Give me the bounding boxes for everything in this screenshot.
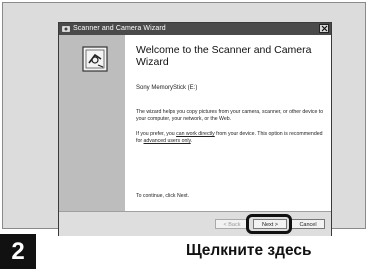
step-caption: Щелкните здесь	[186, 242, 312, 259]
scanner-camera-icon	[82, 46, 108, 72]
back-button[interactable]: < Back	[215, 219, 249, 229]
wizard-option-text: If you prefer, you can work directly fro…	[136, 131, 324, 145]
title-bar[interactable]: Scanner and Camera Wizard	[59, 23, 331, 35]
option-text-end: .	[190, 138, 193, 144]
wizard-heading: Welcome to the Scanner and Camera Wizard	[136, 44, 312, 68]
step-number: 2	[0, 234, 36, 269]
wizard-description: The wizard helps you copy pictures from …	[136, 109, 324, 122]
window-title: Scanner and Camera Wizard	[73, 25, 166, 32]
wizard-window: Scanner and Camera Wizard Welcome to the…	[58, 22, 332, 236]
advanced-users-link[interactable]: advanced users only	[144, 138, 191, 144]
close-icon	[321, 25, 328, 32]
device-name: Sony MemoryStick (E:)	[136, 85, 198, 91]
continue-hint: To continue, click Next.	[136, 193, 190, 199]
close-button[interactable]	[319, 24, 329, 33]
wizard-sidebar	[59, 35, 125, 211]
work-directly-link[interactable]: can work directly	[176, 131, 215, 137]
cancel-button[interactable]: Cancel	[291, 219, 325, 229]
wizard-title-icon	[62, 26, 70, 32]
option-text-start: If you prefer, you	[136, 131, 177, 137]
next-button-highlight	[246, 214, 292, 234]
wizard-content: Welcome to the Scanner and Camera Wizard…	[136, 35, 326, 211]
